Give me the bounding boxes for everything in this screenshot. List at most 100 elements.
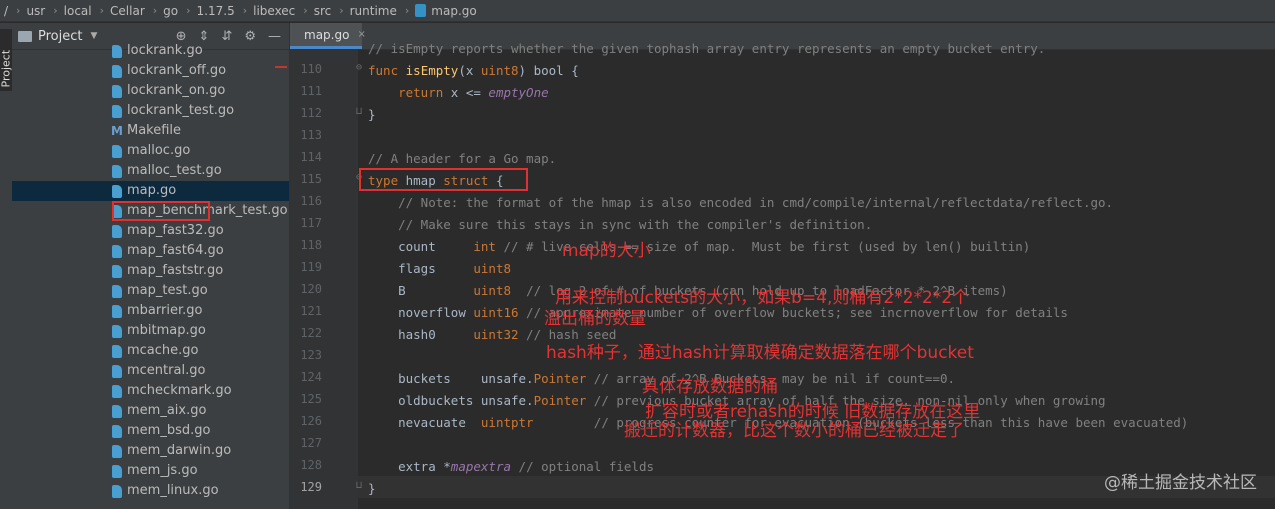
file-tree-item[interactable]: map_fast64.go: [12, 241, 289, 261]
go-file-icon: [112, 265, 122, 278]
file-tree-item[interactable]: lockrank.go: [12, 41, 289, 61]
line-number: 125: [300, 392, 322, 406]
line-number: 119: [300, 260, 322, 274]
code-line: }: [368, 107, 376, 122]
breadcrumb-separator-icon: ›: [242, 4, 248, 17]
file-tree-item[interactable]: lockrank_on.go: [12, 81, 289, 101]
go-file-icon: [112, 165, 122, 178]
makefile-icon: M: [111, 124, 123, 138]
breadcrumb-item[interactable]: › src: [295, 0, 331, 22]
line-number-gutter: 110 111 112 113 114 115 116 117 118 119 …: [290, 50, 362, 509]
go-file-icon: [112, 85, 122, 98]
file-tree-item[interactable]: lockrank_off.go: [12, 61, 289, 81]
file-tree-item[interactable]: mem_js.go: [12, 461, 289, 481]
go-file-icon: [112, 305, 122, 318]
go-file-icon: [112, 325, 122, 338]
scroll-marker: [275, 66, 287, 68]
code-line: extra *mapextra // optional fields: [398, 459, 655, 474]
line-number: 124: [300, 370, 322, 384]
breadcrumb: / › usr › local › Cellar › go › 1.17.5 › libex…: [0, 0, 1275, 22]
go-file-icon: [112, 365, 122, 378]
file-tree-item[interactable]: mem_darwin.go: [12, 441, 289, 461]
file-tree-item[interactable]: map_test.go: [12, 281, 289, 301]
line-number: 113: [300, 128, 322, 142]
go-file-icon: [112, 105, 122, 118]
go-file-icon: [112, 65, 122, 78]
line-number: 121: [300, 304, 322, 318]
highlight-box: [359, 168, 528, 191]
breadcrumb-item[interactable]: › Cellar: [92, 0, 145, 22]
folder-icon: [18, 30, 32, 42]
breadcrumb-separator-icon: ›: [16, 4, 21, 17]
code-line: return x <= emptyOne: [398, 85, 549, 100]
watermark: @稀土掘金技术社区: [1104, 473, 1257, 493]
breadcrumb-separator-icon: ›: [404, 4, 410, 17]
line-number: 128: [300, 458, 322, 472]
breadcrumb-item[interactable]: › 1.17.5: [178, 0, 235, 22]
annotation-hash0: hash种子，通过hash计算取模确定数据落在哪个bucket: [546, 343, 974, 363]
file-tree-item[interactable]: mbitmap.go: [12, 321, 289, 341]
line-number: 112: [300, 106, 322, 120]
project-tool-tab[interactable]: Project: [0, 29, 13, 91]
file-tree-item[interactable]: mem_bsd.go: [12, 421, 289, 441]
file-tree-item[interactable]: M Makefile: [12, 121, 289, 141]
breadcrumb-root[interactable]: /: [0, 0, 8, 22]
line-number: 115: [300, 172, 322, 186]
file-tree: lockrank.go lockrank_off.go lockrank_on.…: [12, 41, 289, 501]
code-line: func isEmpty(x uint8) bool {: [368, 63, 579, 78]
file-tree-item[interactable]: malloc.go: [12, 141, 289, 161]
file-tree-item[interactable]: map_faststr.go: [12, 261, 289, 281]
code-line: flags uint8: [398, 261, 512, 276]
breadcrumb-separator-icon: ›: [303, 4, 308, 17]
breadcrumb-item[interactable]: › libexec: [235, 0, 296, 22]
breadcrumb-file[interactable]: › map.go: [397, 0, 477, 22]
file-tree-item[interactable]: mcentral.go: [12, 361, 289, 381]
tab-map-go[interactable]: map.go ×: [290, 23, 366, 49]
chevron-down-icon[interactable]: ▼: [90, 31, 97, 41]
annotation-noverflow: 溢出桶的数量: [544, 309, 646, 329]
breadcrumb-item[interactable]: › go: [145, 0, 178, 22]
file-tree-item-selected[interactable]: map.go: [12, 181, 289, 201]
file-tree-item[interactable]: mem_linux.go: [12, 481, 289, 501]
line-number: 111: [300, 84, 322, 98]
breadcrumb-item[interactable]: › usr: [8, 0, 45, 22]
annotation-nevacuate: 搬迁的计数器，比这个数小的桶已经被迁走了: [624, 421, 964, 441]
highlight-box: [112, 201, 210, 221]
project-panel: Project ▼ ⊕ ⇕ ⇵ ⚙ — lockrank.go lockrank…: [12, 23, 290, 509]
file-tree-item[interactable]: mcheckmark.go: [12, 381, 289, 401]
code-line: }: [368, 481, 376, 496]
breadcrumb-item[interactable]: › runtime: [331, 0, 397, 22]
file-tree-item[interactable]: mbarrier.go: [12, 301, 289, 321]
line-number: 123: [300, 348, 322, 362]
line-number: 114: [300, 150, 322, 164]
code-line: // A header for a Go map.: [368, 151, 557, 166]
line-number-current: 129: [300, 480, 322, 494]
line-number: 120: [300, 282, 322, 296]
code-line: count int // # live cells == size of map…: [398, 239, 1031, 254]
go-file-icon: [415, 4, 427, 17]
line-number: 126: [300, 414, 322, 428]
go-file-icon: [112, 465, 122, 478]
file-tree-item[interactable]: map_fast32.go: [12, 221, 289, 241]
go-file-icon: [112, 345, 122, 358]
file-tree-item[interactable]: lockrank_test.go: [12, 101, 289, 121]
close-icon[interactable]: ×: [357, 29, 365, 40]
code-line: // isEmpty reports whether the given top…: [368, 41, 1046, 56]
go-file-icon: [112, 45, 122, 58]
file-tree-item[interactable]: mem_aix.go: [12, 401, 289, 421]
file-tree-item[interactable]: mcache.go: [12, 341, 289, 361]
annotation-buckets: 具体存放数据的桶: [642, 377, 778, 397]
go-file-icon: [112, 145, 122, 158]
go-file-icon: [112, 425, 122, 438]
file-tree-item[interactable]: malloc_test.go: [12, 161, 289, 181]
go-file-icon: [112, 405, 122, 418]
line-number: 127: [300, 436, 322, 450]
breadcrumb-separator-icon: ›: [152, 4, 158, 17]
breadcrumb-separator-icon: ›: [186, 4, 191, 17]
code-line: // Make sure this stays in sync with the…: [398, 217, 873, 232]
breadcrumb-separator-icon: ›: [53, 4, 58, 17]
annotation-count: map的大小: [562, 241, 651, 261]
go-file-icon: [112, 485, 122, 498]
line-number: 110: [300, 62, 322, 76]
breadcrumb-item[interactable]: › local: [45, 0, 91, 22]
